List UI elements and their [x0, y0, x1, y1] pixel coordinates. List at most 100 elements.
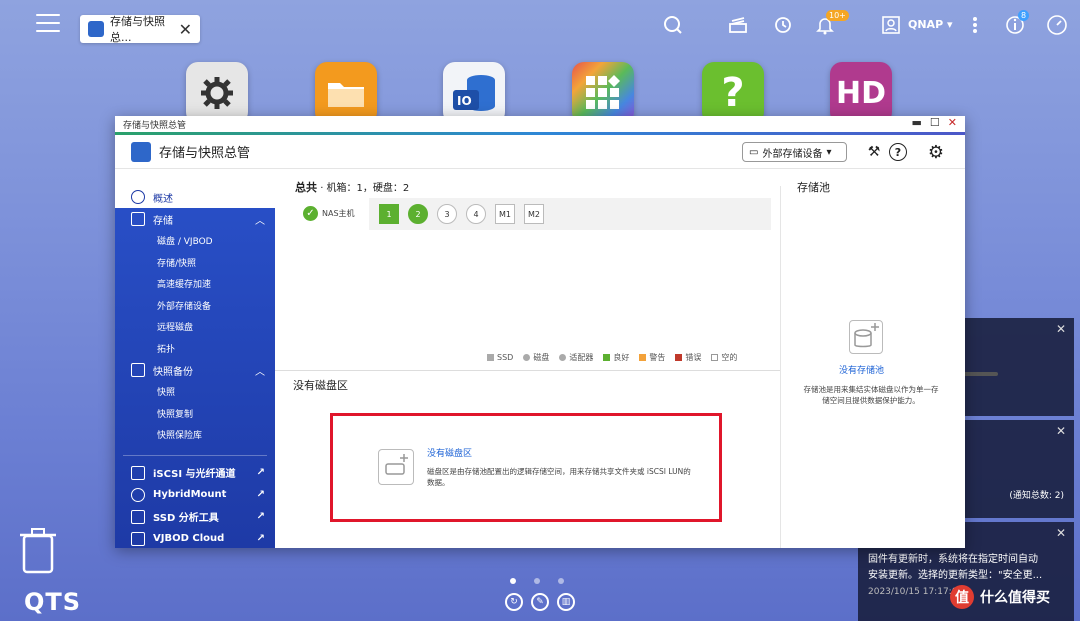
ssd-icon — [131, 509, 145, 524]
legend-item: 警告 — [639, 352, 665, 363]
more-options-icon[interactable] — [962, 12, 988, 38]
maximize-icon[interactable]: ☐ — [930, 116, 940, 129]
sidebar-item-snapshot-backup[interactable]: 快照备份 ︿ — [115, 359, 275, 381]
storage-snapshots-window: 存储与快照总管 ▬ ☐ ✕ 存储与快照总管 ▭ 外部存储设备 ▾ ⚒ ? ⚙ 概… — [115, 116, 965, 548]
hd-station-app-icon[interactable]: HD — [830, 62, 892, 124]
watermark-logo: 值 — [950, 585, 974, 609]
watermark: 值 什么值得买 — [950, 585, 1050, 609]
sidebar-item-disks[interactable]: 磁盘 / VJBOD — [115, 230, 275, 252]
sidebar-item-storage[interactable]: 存储 ︿ — [115, 208, 275, 230]
page-dot[interactable] — [510, 578, 516, 584]
sidebar-item-remote-disk[interactable]: 远程磁盘 — [115, 316, 275, 338]
close-icon[interactable]: ✕ — [948, 116, 957, 129]
info-count-badge: 8 — [1018, 10, 1030, 21]
main-menu-icon[interactable] — [36, 14, 60, 34]
close-icon[interactable]: ✕ — [1056, 424, 1066, 438]
tools-icon[interactable]: ⚒ — [865, 143, 883, 161]
window-title: 存储与快照总管 — [123, 121, 187, 131]
chevron-up-icon: ︿ — [255, 215, 265, 227]
no-volume-link[interactable]: 没有磁盘区 — [427, 446, 472, 459]
sync-icon[interactable] — [770, 12, 796, 38]
help-icon[interactable]: ? — [889, 143, 907, 161]
legend-item: SSD — [487, 353, 513, 362]
legend-item: 错误 — [675, 352, 701, 363]
library-icon[interactable]: ▥ — [557, 593, 575, 611]
help-center-app-icon[interactable]: ? — [702, 62, 764, 124]
sidebar-item-snapshot-vault[interactable]: 快照保险库 — [115, 424, 275, 446]
qsync-icon[interactable]: ↻ — [505, 593, 523, 611]
window-titlebar[interactable]: 存储与快照总管 ▬ ☐ ✕ — [115, 116, 965, 132]
sidebar-item-vjbod-cloud[interactable]: VJBOD Cloud ↗ — [115, 528, 275, 549]
m2-slot[interactable]: M1 — [495, 204, 515, 224]
sidebar-item-label: VJBOD Cloud — [153, 533, 225, 544]
storage-pool-title: 存储池 — [797, 181, 830, 194]
summary-text: · 机箱：1，硬盘：2 — [320, 183, 410, 194]
sidebar-item-label: SSD 分析工具 — [153, 513, 219, 524]
legend-item: 空的 — [711, 352, 737, 363]
dock: ↻ ✎ ▥ — [505, 593, 575, 611]
settings-app-icon[interactable] — [186, 62, 248, 124]
external-link-icon: ↗ — [256, 489, 265, 500]
file-station-app-icon[interactable] — [315, 62, 377, 124]
iscsi-icon — [131, 465, 145, 480]
disk-slot[interactable]: 1 — [379, 204, 399, 224]
taskbar-tab-label: 存储与快照总... — [110, 15, 165, 44]
legend-item: 磁盘 — [523, 352, 549, 363]
page-dot[interactable] — [534, 578, 540, 584]
chevron-up-icon: ︿ — [255, 366, 265, 378]
close-icon[interactable]: ✕ — [1056, 526, 1066, 540]
sidebar-item-storage-snapshots[interactable]: 存储/快照 — [115, 252, 275, 274]
add-volume-icon[interactable] — [378, 449, 414, 485]
trash-icon[interactable] — [20, 528, 56, 574]
sidebar: 概述 存储 ︿ 磁盘 / VJBOD 存储/快照 高速缓存加速 外部存储设备 远… — [115, 186, 275, 548]
no-pool-description: 存储池是用来集结实体磁盘以作为单一存储空间且提供数据保护能力。 — [803, 385, 939, 405]
add-pool-icon[interactable] — [849, 320, 883, 354]
disk-slots: 1 2 3 4 M1 M2 — [369, 198, 771, 230]
no-pool-link[interactable]: 没有存储池 — [839, 363, 884, 376]
m2-slot[interactable]: M2 — [524, 204, 544, 224]
window-header: 存储与快照总管 ▭ 外部存储设备 ▾ ⚒ ? ⚙ — [115, 135, 965, 169]
legend-item: 适配器 — [559, 352, 593, 363]
sidebar-item-ssd-tool[interactable]: SSD 分析工具 ↗ — [115, 506, 275, 528]
disk-slot[interactable]: 2 — [408, 204, 428, 224]
close-icon[interactable]: ✕ — [179, 20, 192, 39]
sidebar-item-hybridmount[interactable]: HybridMount ↗ — [115, 484, 275, 506]
sidebar-item-iscsi[interactable]: iSCSI 与光纤通道 ↗ — [115, 462, 275, 484]
sidebar-item-label: 快照备份 — [153, 366, 193, 378]
gear-icon[interactable]: ⚙ — [927, 142, 945, 163]
app-title: 存储与快照总管 — [159, 146, 251, 161]
svg-text:IO: IO — [457, 94, 472, 108]
sidebar-item-overview[interactable]: 概述 — [115, 186, 275, 208]
sidebar-item-topology[interactable]: 拓扑 — [115, 338, 275, 360]
storage-snapshots-app-icon[interactable]: IO — [443, 62, 505, 124]
minimize-icon[interactable]: ▬ — [912, 116, 922, 129]
cloud-icon — [131, 531, 145, 546]
sidebar-item-cache[interactable]: 高速缓存加速 — [115, 273, 275, 295]
user-icon[interactable] — [878, 12, 904, 38]
section-divider — [275, 370, 780, 371]
user-menu[interactable]: QNAP ▾ — [908, 18, 952, 31]
hybridmount-icon — [131, 487, 145, 502]
page-dot[interactable] — [558, 578, 564, 584]
nas-host[interactable]: ✓ NAS主机 — [303, 206, 355, 221]
watermark-text: 什么值得买 — [980, 590, 1050, 606]
sidebar-item-external[interactable]: 外部存储设备 — [115, 295, 275, 317]
storage-app-icon — [131, 141, 151, 162]
dashboard-icon[interactable] — [1044, 12, 1070, 38]
external-storage-select[interactable]: ▭ 外部存储设备 ▾ — [742, 142, 847, 162]
search-icon[interactable] — [660, 12, 686, 38]
storage-icon — [131, 212, 145, 226]
taskbar-tab-storage[interactable]: 存储与快照总... ✕ — [80, 15, 200, 44]
sidebar-item-snapshots[interactable]: 快照 — [115, 381, 275, 403]
app-center-app-icon[interactable] — [572, 62, 634, 124]
desktop-page-indicator[interactable] — [510, 578, 564, 584]
sidebar-item-snapshot-replica[interactable]: 快照复制 — [115, 403, 275, 425]
tools-icon[interactable]: ✎ — [531, 593, 549, 611]
close-icon[interactable]: ✕ — [1056, 322, 1066, 336]
notification-text: 安装更新。选择的更新类型："安全更... — [868, 570, 1043, 581]
background-tasks-icon[interactable] — [725, 12, 751, 38]
disk-slot[interactable]: 3 — [437, 204, 457, 224]
overview-panel: 总共 · 机箱：1，硬盘：2 ✓ NAS主机 1 2 3 4 M1 M2 SSD… — [275, 181, 780, 548]
disk-slot[interactable]: 4 — [466, 204, 486, 224]
summary-line: 总共 · 机箱：1，硬盘：2 — [295, 179, 409, 195]
